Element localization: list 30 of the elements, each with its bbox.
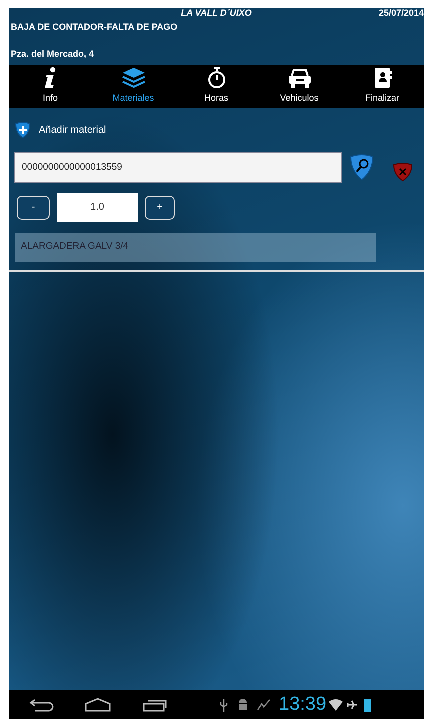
clock-text: 13:39 bbox=[279, 695, 327, 714]
date-text: 25/07/2014 bbox=[378, 8, 424, 19]
search-icon[interactable] bbox=[349, 153, 375, 181]
add-icon[interactable] bbox=[15, 122, 31, 139]
layers-icon bbox=[122, 66, 146, 88]
recent-apps-icon[interactable] bbox=[143, 698, 169, 712]
tab[interactable]: Finalizar bbox=[341, 65, 424, 108]
info-icon bbox=[42, 66, 58, 88]
activity-icon bbox=[257, 698, 271, 710]
home-icon[interactable] bbox=[85, 698, 111, 712]
address-text: Pza. del Mercado, 4 bbox=[11, 48, 96, 60]
battery-icon bbox=[364, 698, 371, 712]
tab[interactable]: Materiales bbox=[92, 65, 175, 108]
wifi-icon bbox=[328, 698, 343, 710]
add-material-label[interactable]: Añadir material bbox=[39, 123, 106, 138]
quantity-field[interactable]: 1.0 bbox=[57, 193, 138, 222]
android-icon bbox=[237, 698, 249, 712]
tab[interactable]: Horas bbox=[175, 65, 258, 108]
increase-button[interactable]: + bbox=[145, 196, 175, 220]
back-icon[interactable] bbox=[29, 698, 55, 712]
code-field[interactable]: 0000000000000013559 bbox=[15, 152, 341, 182]
stopwatch-icon bbox=[206, 66, 226, 88]
tab[interactable]: Info bbox=[9, 65, 92, 108]
town-name: LA VALL D´UIXO bbox=[181, 8, 252, 19]
airplane-icon bbox=[346, 698, 358, 710]
job-title: BAJA DE CONTADOR-FALTA DE PAGO bbox=[11, 21, 179, 33]
usb-icon bbox=[219, 698, 229, 712]
decrease-button[interactable]: - bbox=[17, 196, 50, 220]
delete-icon[interactable] bbox=[393, 162, 413, 182]
tab[interactable]: Vehiculos bbox=[258, 65, 341, 108]
